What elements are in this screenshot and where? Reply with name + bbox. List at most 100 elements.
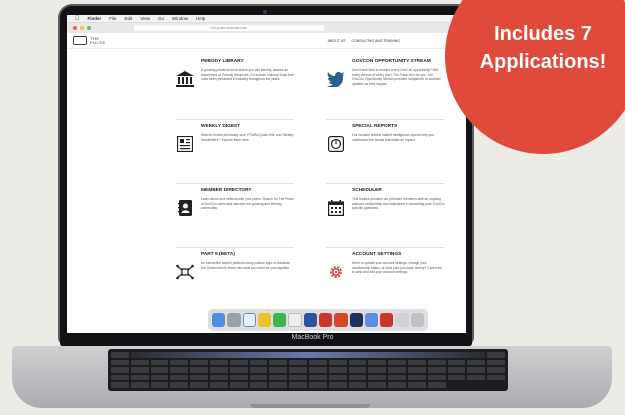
- site-header: THE PULSE ABOUT US CONSULTING AND TRAINI…: [67, 33, 466, 49]
- touch-bar: [130, 352, 486, 358]
- menu-finder[interactable]: Finder: [88, 16, 102, 21]
- card-description: Need to update your account settings, ch…: [352, 261, 442, 275]
- keyboard-key: [348, 374, 367, 381]
- application-grid: PEBODY LIBRARY A growing priceless trove…: [175, 55, 445, 303]
- keyboard-key: [130, 359, 149, 366]
- trash-icon[interactable]: [410, 313, 424, 327]
- keyboard-key: [427, 367, 446, 373]
- keyboard-key: [348, 382, 367, 388]
- keyboard-key: [427, 382, 446, 388]
- menu-view[interactable]: View: [140, 16, 150, 21]
- card-special-reports[interactable]: SPECIAL REPORTS Our focused federal mark…: [326, 119, 445, 175]
- address-bar[interactable]: the-pulse.example.com: [134, 25, 324, 31]
- card-member-directory[interactable]: MEMBER DIRECTORY Learn about and network…: [175, 183, 294, 239]
- keyboard-key: [348, 367, 367, 373]
- base-notch: [250, 404, 370, 408]
- menu-go[interactable]: Go: [158, 16, 164, 21]
- menu-edit[interactable]: Edit: [125, 16, 133, 21]
- badge-line-2: Applications!: [479, 51, 607, 73]
- library-icon: [175, 69, 195, 89]
- calendar-icon: [326, 198, 346, 218]
- laptop-screen:  Finder File Edit View Go Window Help t…: [67, 15, 466, 335]
- card-account-settings[interactable]: ACCOUNT SETTINGS Need to update your acc…: [326, 247, 445, 303]
- keyboard-key: [388, 374, 406, 381]
- keyboard-key: [150, 367, 169, 373]
- keyboard-key: [190, 367, 208, 373]
- powerpoint-app-icon[interactable]: [334, 313, 348, 327]
- keyboard-key: [467, 374, 486, 381]
- keyboard-key: [447, 374, 466, 381]
- card-govcon-opportunity-stream[interactable]: GOVCON OPPORTUNITY STREAM Don't have tim…: [326, 55, 445, 111]
- keyboard-key: [111, 374, 129, 381]
- pdf-app-icon[interactable]: [380, 313, 394, 327]
- messages-app-icon[interactable]: [273, 313, 287, 327]
- card-title: PART 9 (BETA): [201, 252, 235, 257]
- card-title: MEMBER DIRECTORY: [201, 188, 252, 193]
- calendar-app-icon[interactable]: [288, 313, 302, 327]
- safari-app-icon[interactable]: [242, 313, 256, 327]
- card-scheduler[interactable]: SCHEDULER This feature provides our prem…: [326, 183, 445, 239]
- keyboard-key: [407, 374, 426, 381]
- badge-line-1: Includes 7: [494, 23, 592, 45]
- keyboard-key: [150, 359, 169, 366]
- menu-file[interactable]: File: [109, 16, 116, 21]
- card-pebody-library[interactable]: PEBODY LIBRARY A growing priceless trove…: [175, 55, 294, 111]
- card-weekly-digest[interactable]: WEEKLY DIGEST Want to review previously …: [175, 119, 294, 175]
- mac-menubar:  Finder File Edit View Go Window Help: [67, 15, 466, 23]
- card-title: WEEKLY DIGEST: [201, 124, 241, 129]
- keyboard-key: [150, 382, 169, 388]
- minimize-window-button[interactable]: [80, 26, 84, 30]
- keyboard-key: [487, 374, 505, 381]
- launchpad-app-icon[interactable]: [227, 313, 241, 327]
- keyboard-key: [130, 367, 149, 373]
- keyboard-key: [388, 367, 406, 373]
- keyboard-key: [368, 367, 387, 373]
- finder-app-icon[interactable]: [212, 313, 226, 327]
- mac-dock: [208, 309, 428, 331]
- keyboard-key: [209, 367, 228, 373]
- twitter-icon: [326, 69, 346, 89]
- keyboard-key: [407, 382, 426, 388]
- card-description: An interactive search platform using cus…: [201, 261, 290, 270]
- keyboard-key: [368, 374, 387, 381]
- site-logo[interactable]: THE PULSE: [73, 36, 106, 45]
- menu-window[interactable]: Window: [172, 16, 188, 21]
- settings-app-icon[interactable]: [395, 313, 409, 327]
- nav-about-us[interactable]: ABOUT US: [328, 39, 346, 43]
- keyboard-key: [368, 382, 387, 388]
- keyboard-key: [269, 359, 288, 366]
- keyboard-key: [427, 374, 446, 381]
- keyboard-key: [170, 359, 189, 366]
- card-title: SPECIAL REPORTS: [352, 124, 398, 129]
- chrome-app-icon[interactable]: [257, 313, 272, 327]
- report-icon: [326, 134, 346, 154]
- app-store-icon[interactable]: [364, 313, 379, 327]
- keyboard-key: [130, 374, 149, 381]
- nav-consulting-training[interactable]: CONSULTING AND TRAINING: [352, 39, 401, 43]
- close-window-button[interactable]: [73, 26, 77, 30]
- keyboard: [108, 349, 508, 391]
- keyboard-key: [111, 359, 129, 366]
- keyboard-key: [111, 367, 129, 373]
- site-nav: ABOUT US CONSULTING AND TRAINING: [328, 39, 400, 43]
- menu-help[interactable]: Help: [196, 16, 205, 21]
- keyboard-key: [308, 374, 327, 381]
- keyboard-key: [447, 367, 466, 373]
- card-part-9-beta[interactable]: PART 9 (BETA) An interactive search plat…: [175, 247, 294, 303]
- keyboard-key: [229, 367, 248, 373]
- acrobat-app-icon[interactable]: [319, 313, 333, 327]
- browser-toolbar: the-pulse.example.com: [67, 23, 466, 33]
- keyboard-key: [249, 367, 268, 373]
- zoom-window-button[interactable]: [87, 26, 91, 30]
- keyboard-key: [249, 382, 268, 388]
- keyboard-key: [308, 382, 327, 388]
- word-app-icon[interactable]: [303, 313, 318, 327]
- apple-icon[interactable]: : [75, 16, 80, 22]
- logo-line-2: PULSE: [90, 39, 106, 45]
- device-label: MacBook Pro: [291, 334, 334, 341]
- card-description: A growing priceless trove where you can …: [201, 68, 294, 82]
- keyboard-key: [170, 367, 189, 373]
- photoshop-app-icon[interactable]: [349, 313, 363, 327]
- keyboard-key: [269, 367, 288, 373]
- logo-mark-icon: [73, 36, 87, 45]
